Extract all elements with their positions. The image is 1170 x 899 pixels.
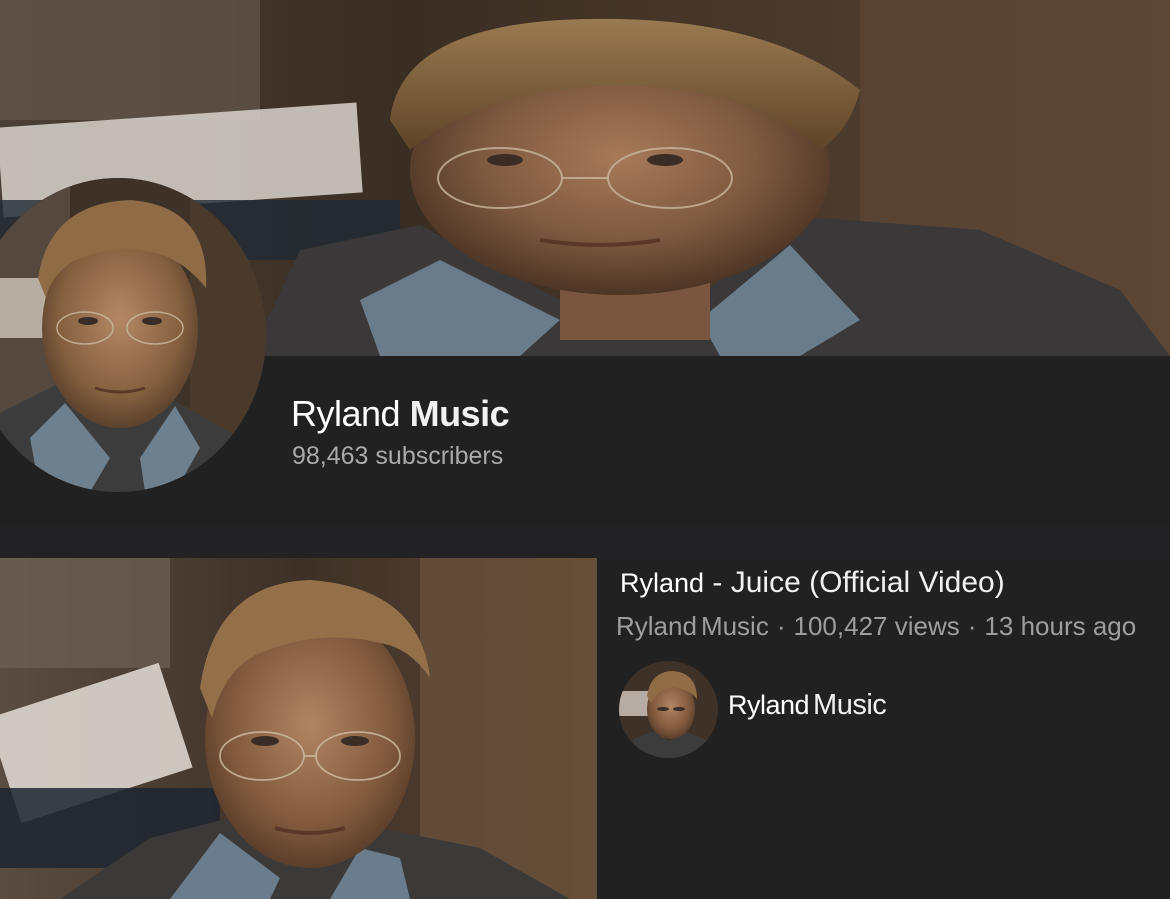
channel-header: Ryland Music 98,463 subscribers (0, 0, 1170, 524)
video-title[interactable]: Ryland - Juice (Official Video) (620, 563, 1005, 603)
video-channel-name[interactable]: Ryland Music (728, 687, 887, 723)
video-channel-avatar[interactable] (619, 661, 718, 758)
video-meta-channel-first: Ryland (616, 611, 697, 641)
upload-age: 13 hours ago (984, 611, 1137, 641)
video-meta-channel-second: Music (700, 611, 769, 641)
video-channel-name-first: Ryland (728, 690, 810, 720)
meta-separator: · (967, 611, 977, 641)
video-card[interactable]: Ryland - Juice (Official Video) Ryland Mu… (0, 558, 1170, 899)
video-title-artist: Ryland (620, 568, 705, 598)
channel-name[interactable]: Ryland Music (291, 392, 510, 436)
video-title-text: - Juice (Official Video) (712, 566, 1005, 599)
channel-name-first: Ryland (291, 393, 401, 434)
view-count: 100,427 views (793, 611, 960, 641)
channel-name-second: Music (409, 393, 510, 434)
video-metadata: Ryland Music · 100,427 views · 13 hours ago (616, 608, 1170, 644)
section-divider (0, 524, 1170, 560)
video-thumbnail[interactable] (0, 558, 597, 899)
subscriber-count: 98,463 subscribers (292, 442, 504, 470)
video-channel-name-second: Music (813, 689, 887, 721)
meta-separator: · (776, 611, 786, 641)
